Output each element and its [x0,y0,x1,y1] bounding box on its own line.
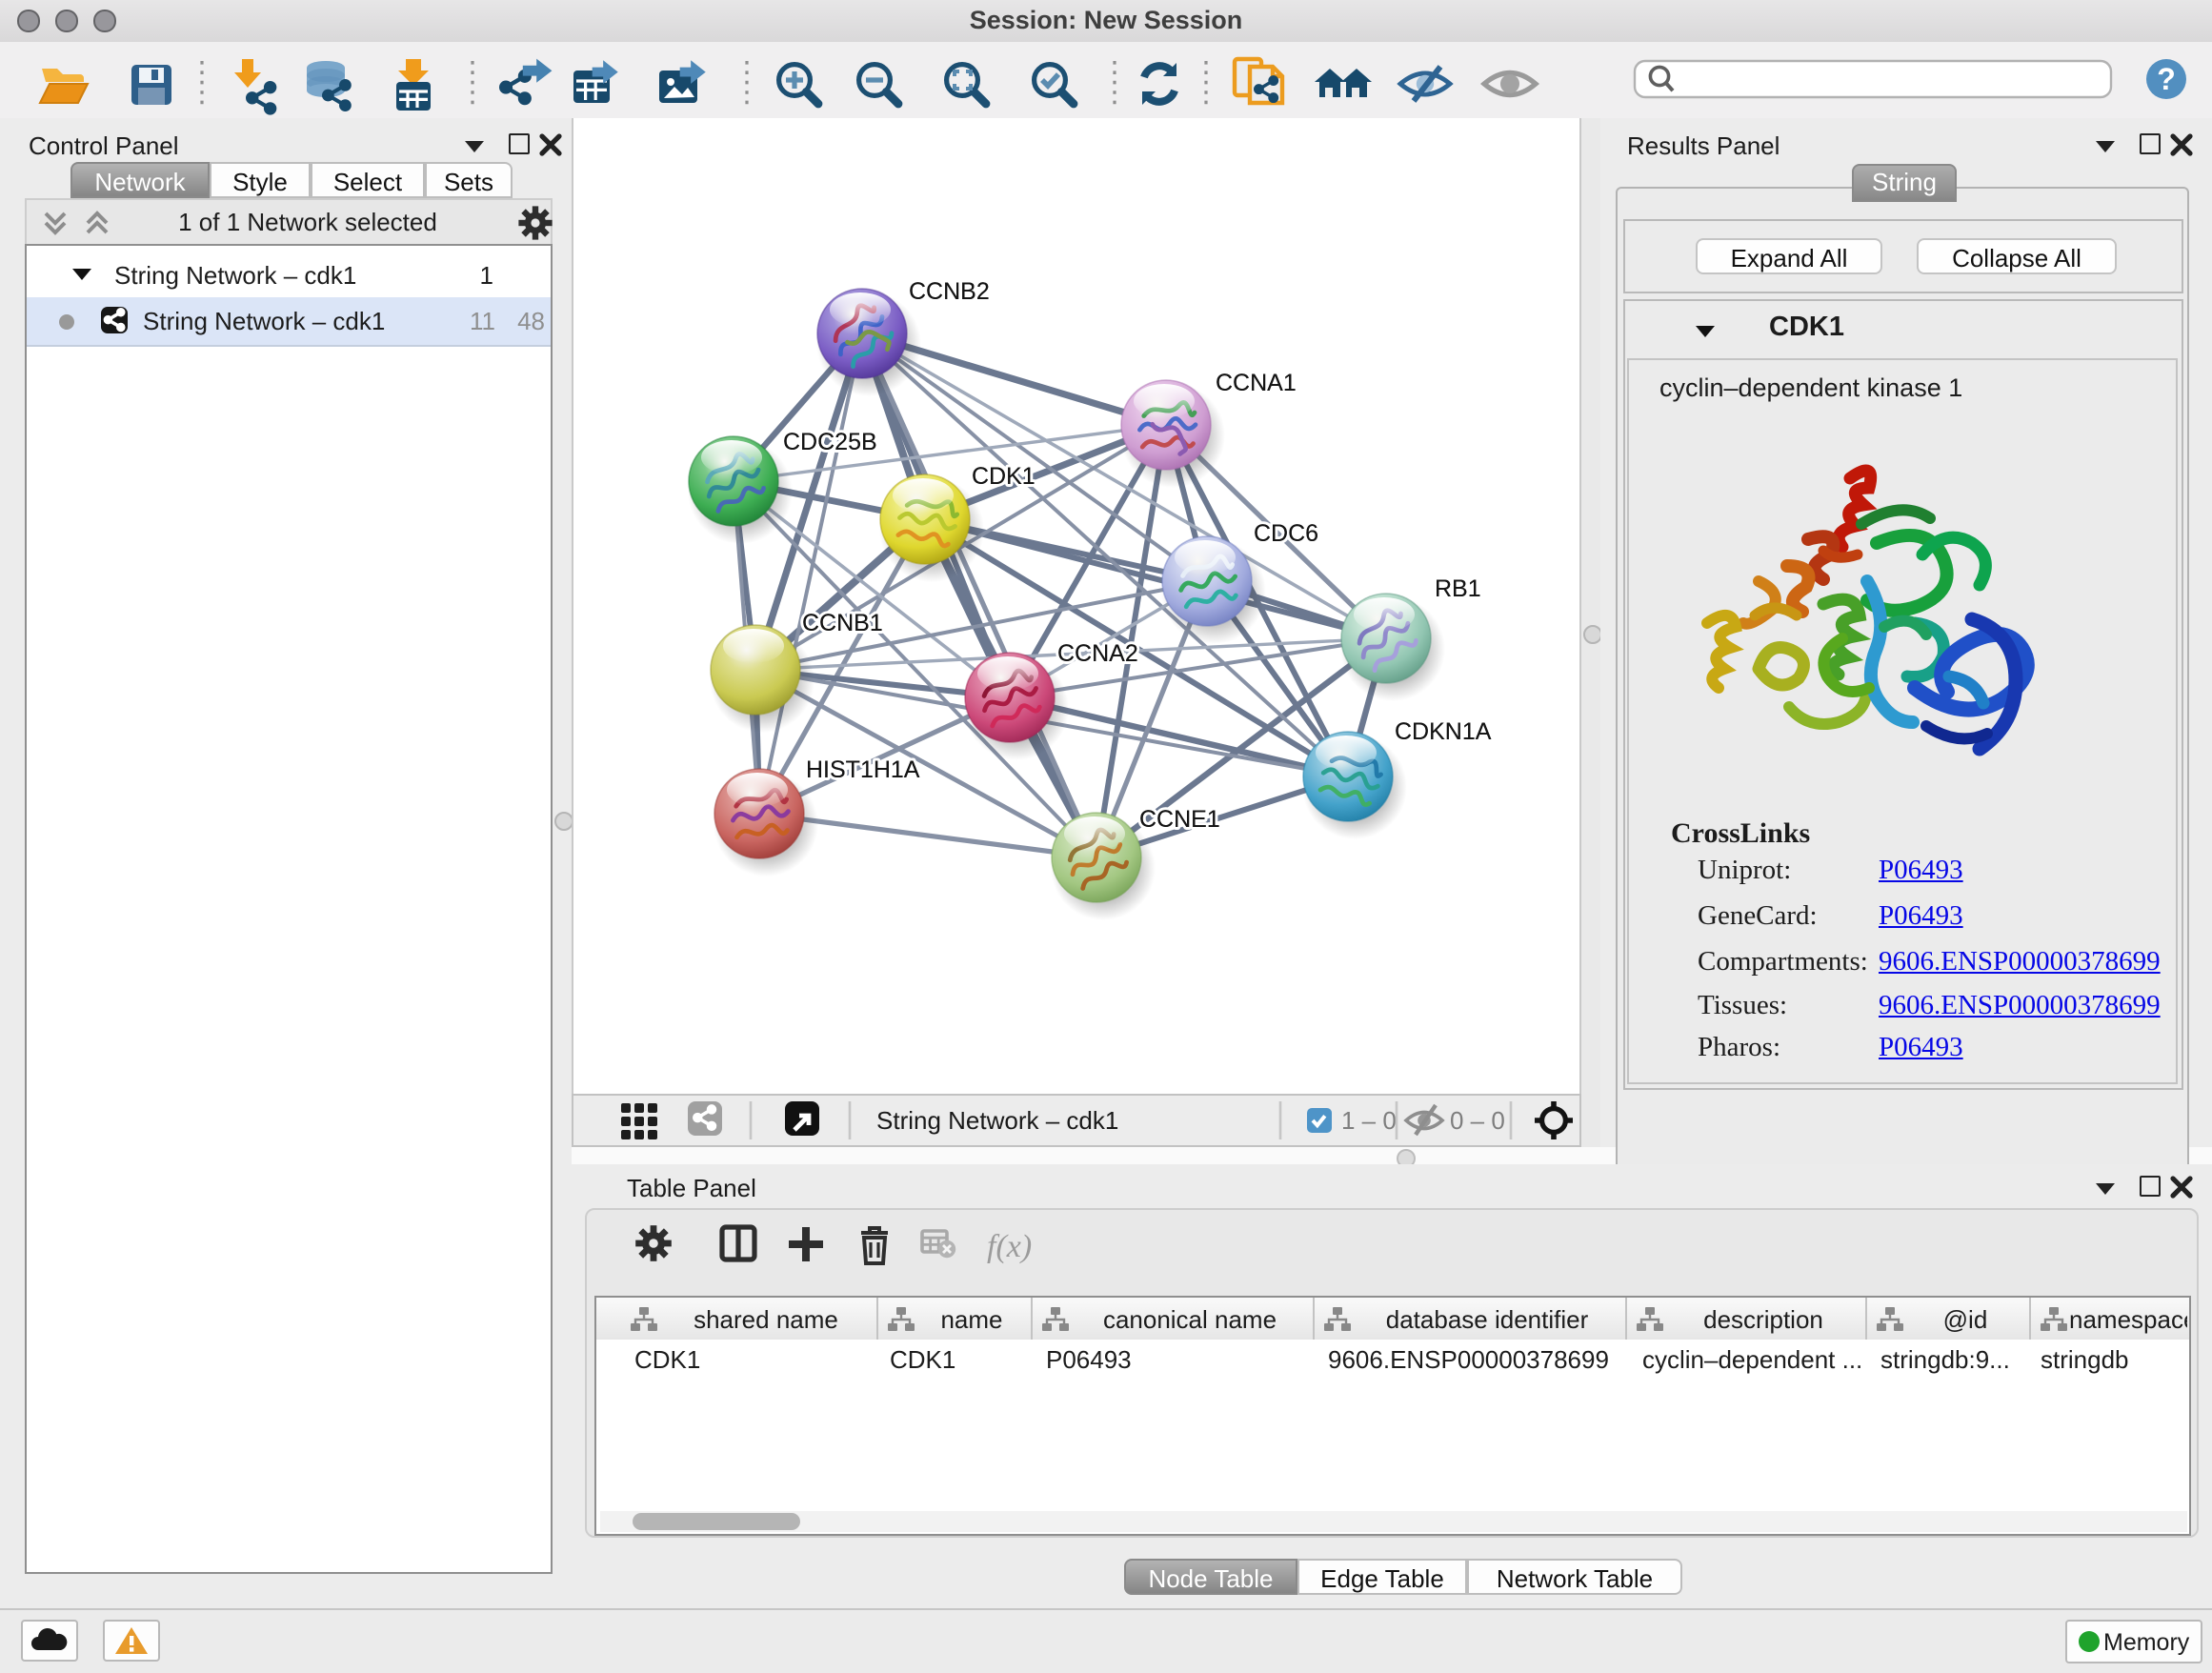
svg-text:CDC6: CDC6 [1254,520,1318,547]
svg-text:CDKN1A: CDKN1A [1395,718,1492,745]
svg-text:?: ? [2157,62,2176,96]
svg-text:CCNB1: CCNB1 [802,610,883,636]
svg-text:CCNE1: CCNE1 [1139,806,1220,833]
svg-text:0 – 0: 0 – 0 [1450,1106,1505,1135]
svg-text:f(x): f(x) [987,1229,1032,1264]
svg-text:1 – 0: 1 – 0 [1341,1106,1397,1135]
svg-text:CDK1: CDK1 [972,463,1036,490]
svg-text:RB1: RB1 [1435,575,1481,602]
svg-text:CCNB2: CCNB2 [909,278,990,305]
svg-text:CCNA1: CCNA1 [1216,370,1297,396]
svg-text:CDC25B: CDC25B [783,429,877,455]
svg-text:HIST1H1A: HIST1H1A [806,756,920,783]
svg-text:CCNA2: CCNA2 [1057,640,1138,667]
svg-text:String Network – cdk1: String Network – cdk1 [876,1106,1118,1135]
